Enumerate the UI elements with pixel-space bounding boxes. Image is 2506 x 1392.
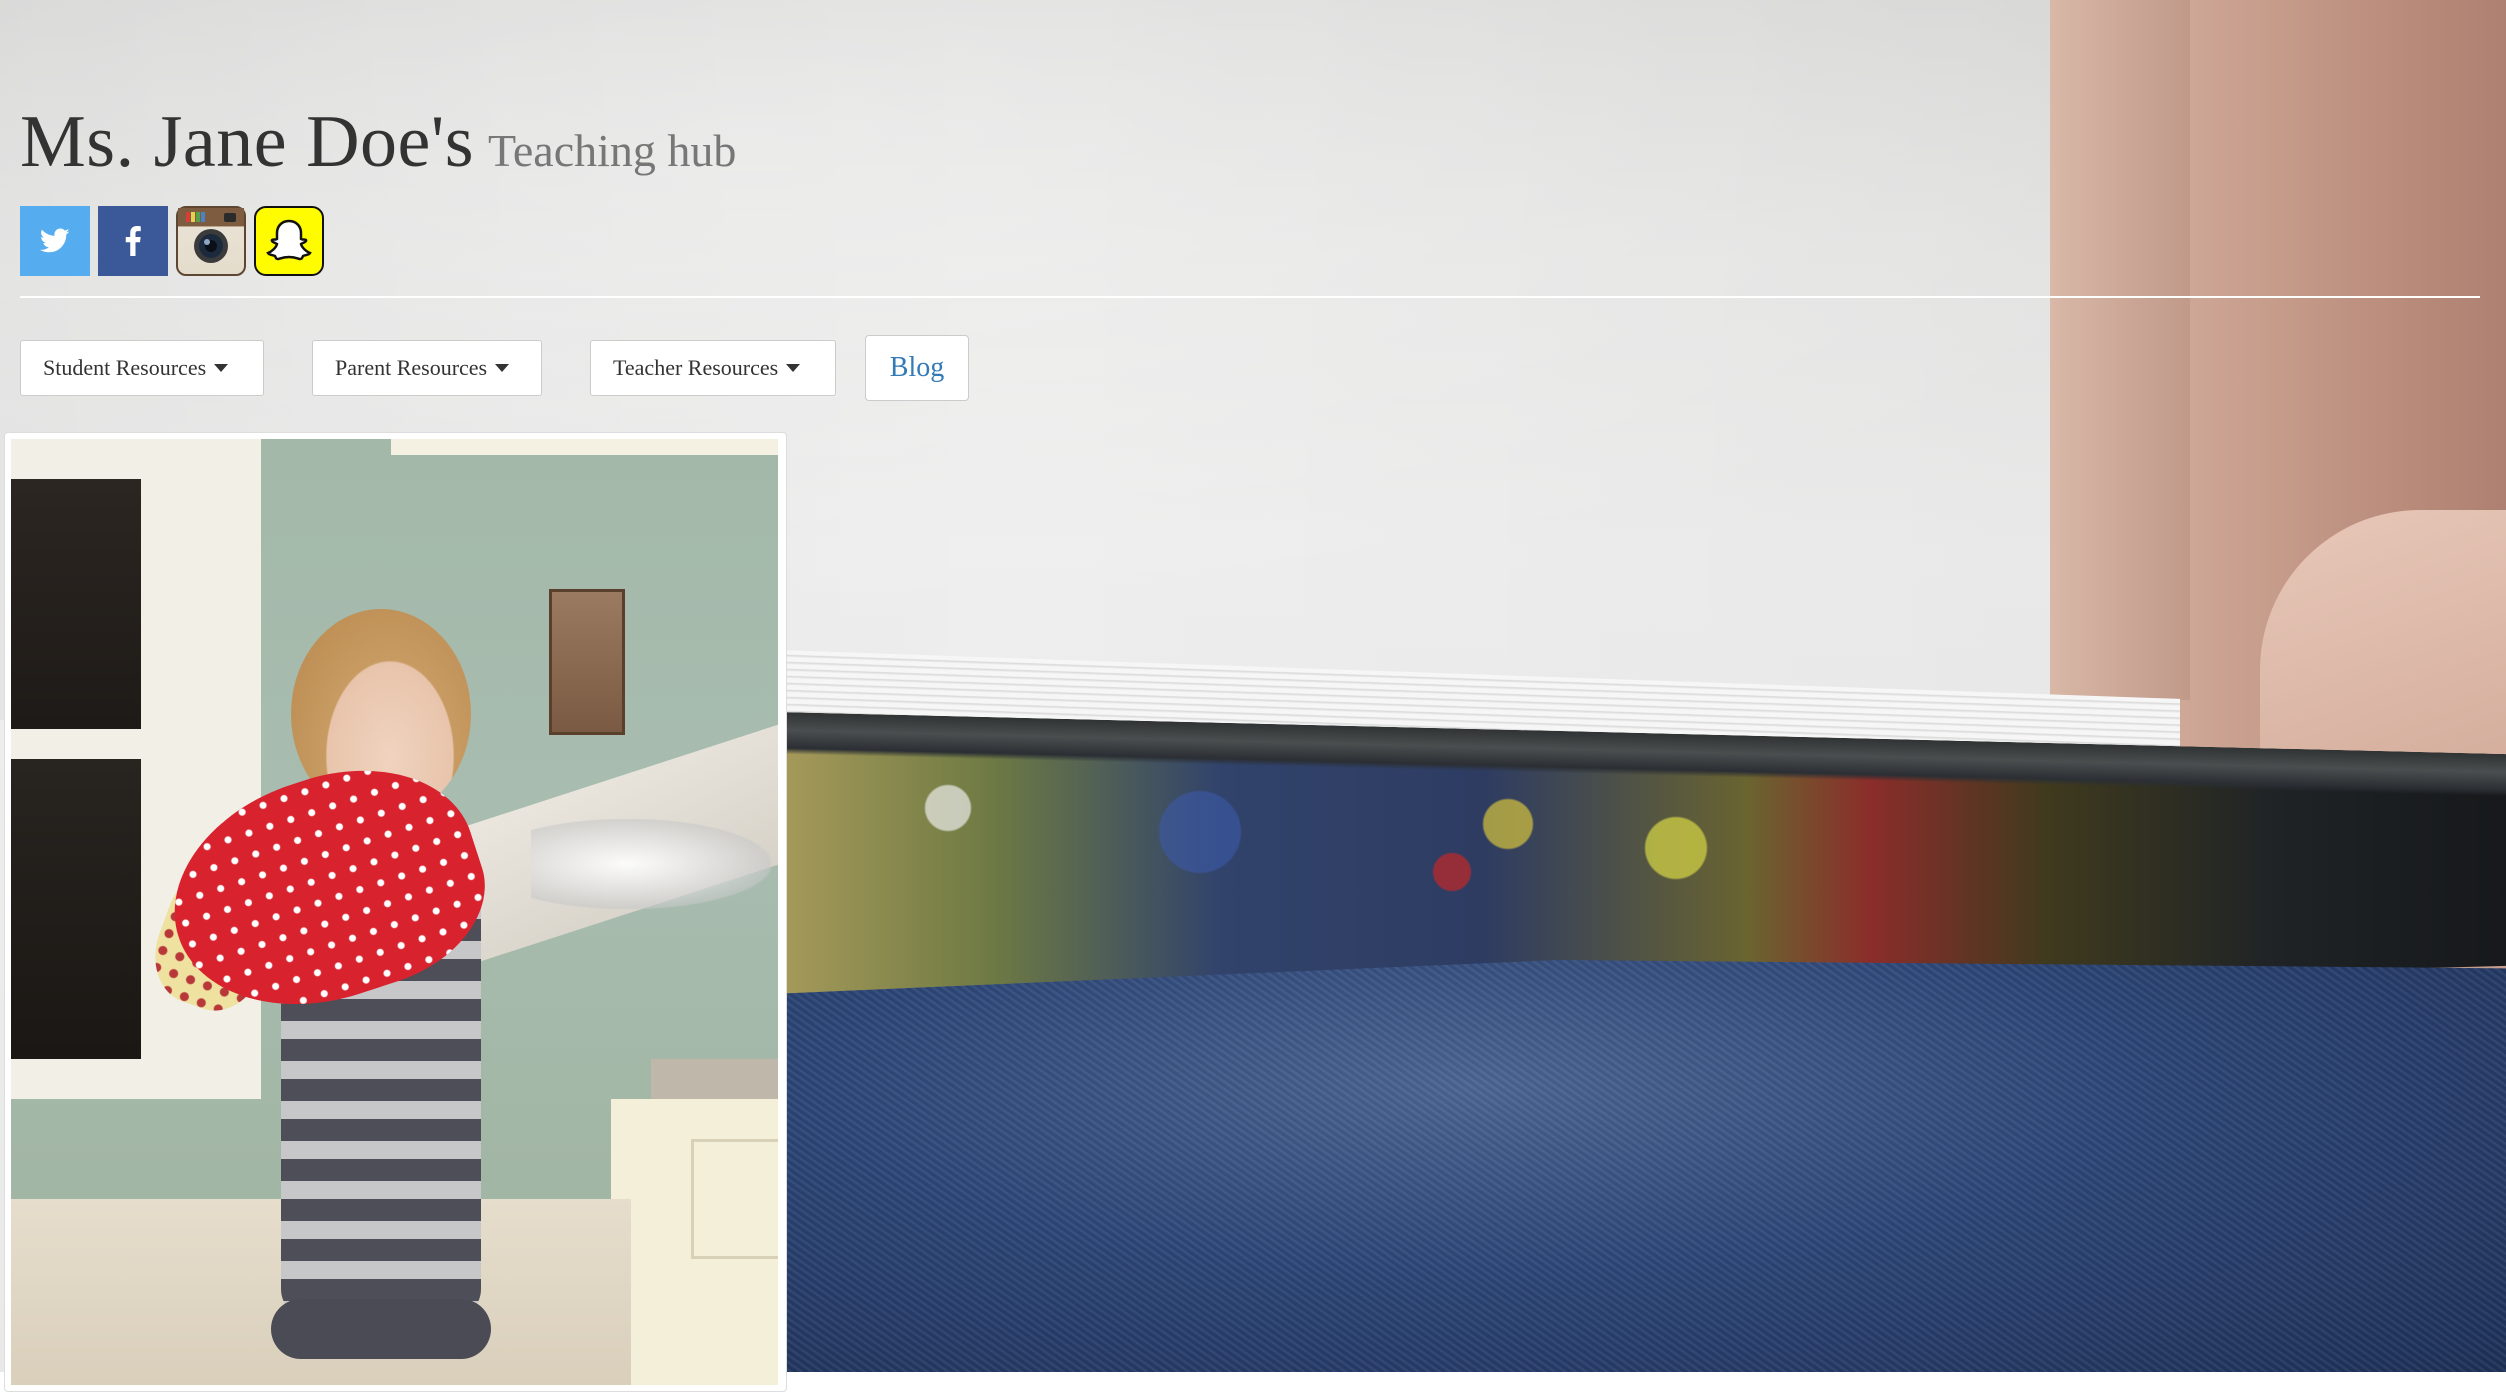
student-resources-label: Student Resources <box>43 355 207 380</box>
parent-resources-dropdown[interactable]: Parent Resources <box>312 340 542 396</box>
facebook-link[interactable] <box>98 206 168 276</box>
photo-bag <box>531 819 771 909</box>
site-name: Ms. Jane Doe's <box>20 101 474 183</box>
caret-down-icon <box>214 364 229 372</box>
background-person-shadow <box>2050 0 2190 700</box>
snapchat-link[interactable] <box>254 206 324 276</box>
photo-wall-sign <box>549 589 625 735</box>
caret-down-icon <box>495 364 510 372</box>
photo-cabinet <box>391 439 778 455</box>
social-links <box>20 206 324 276</box>
background-jeans <box>780 960 2506 1372</box>
instagram-icon <box>178 208 244 263</box>
instagram-link[interactable] <box>176 206 246 276</box>
blog-link[interactable]: Blog <box>865 335 969 401</box>
photo-drawer <box>691 1139 778 1259</box>
student-resources-dropdown[interactable]: Student Resources <box>20 340 264 396</box>
parent-resources-label: Parent Resources <box>335 355 488 380</box>
photo-child-feet <box>271 1299 491 1359</box>
teacher-resources-dropdown[interactable]: Teacher Resources <box>590 340 836 396</box>
twitter-icon <box>40 228 70 253</box>
photo-window-pane <box>11 479 159 729</box>
featured-photo-frame <box>4 432 787 1392</box>
photo-counter-edge <box>651 1059 778 1099</box>
featured-photo <box>11 439 778 1385</box>
twitter-link[interactable] <box>20 206 90 276</box>
blog-label: Blog <box>889 352 945 383</box>
facebook-icon <box>125 226 141 256</box>
teacher-resources-label: Teacher Resources <box>613 355 779 380</box>
site-title: Ms. Jane Doe's Teaching hub <box>20 100 736 185</box>
photo-window-pane <box>11 759 141 1059</box>
caret-down-icon <box>786 364 801 372</box>
background-book-illustration <box>780 760 2180 920</box>
header-divider <box>20 296 2480 298</box>
site-tagline: Teaching hub <box>488 125 737 176</box>
snapchat-icon <box>266 219 312 261</box>
